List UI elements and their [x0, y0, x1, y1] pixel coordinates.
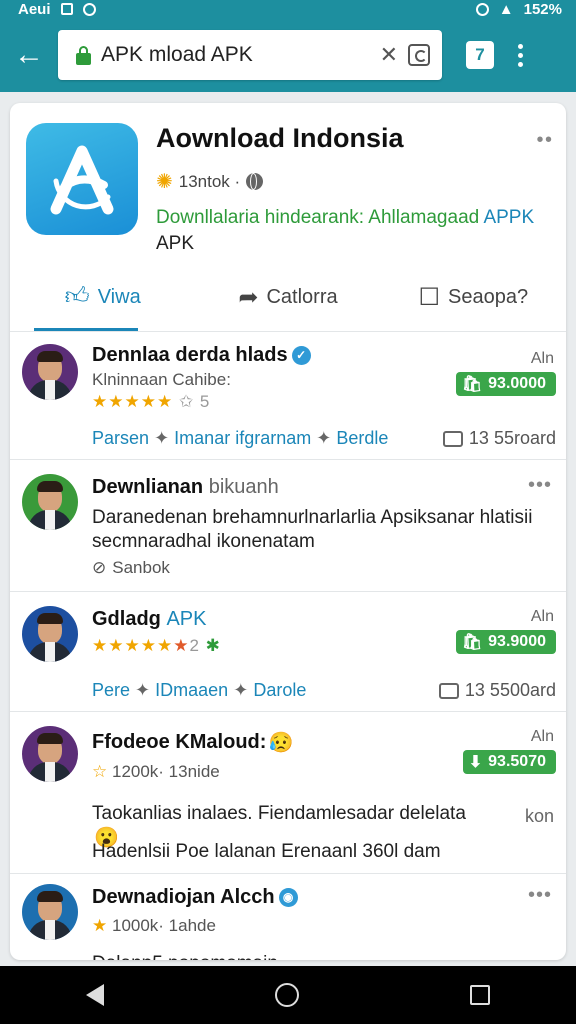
item-sub: ☆ 1200k· 13nide: [92, 762, 220, 781]
list-item[interactable]: Ffodeoe KMaloud: 😥 ☆ 1200k· 13nide Aln ⬇ 9…: [10, 711, 566, 873]
thinking-emoji-icon: 😥: [268, 732, 294, 754]
app-card: Aownload Indonsia • • ✺ 13ntok · Downlla…: [10, 103, 566, 960]
desc-line2: APK: [156, 233, 195, 254]
item-sub: ★ 1000k· 1ahde: [92, 916, 216, 935]
list-item[interactable]: Dennlaa derda hlads ✓ Klninnaan Cahibe: ★…: [10, 331, 566, 459]
clear-icon[interactable]: ✕: [380, 42, 398, 68]
status-right-text: 152%: [523, 0, 562, 18]
blocked-icon: ⊘: [92, 558, 107, 577]
status-left-text: Aeui: [18, 0, 51, 18]
item-name: Gdladg APK: [92, 608, 207, 630]
status-bar: Aeui ▲ 152%: [0, 0, 576, 18]
back-arrow-icon[interactable]: ←: [0, 26, 58, 84]
sync-icon: [82, 2, 96, 16]
thumbs-up-icon: 👍︎: [64, 283, 90, 310]
item-name: Dennlaa derda hlads ✓: [92, 344, 311, 367]
logo-a-icon: [50, 145, 114, 215]
desc-blue: APPK: [483, 207, 535, 228]
url-text[interactable]: APK mload APK: [101, 43, 370, 67]
reload-icon[interactable]: [408, 44, 430, 66]
list-item[interactable]: Gdladg APK ★★★★★★2 ✱ Aln 🛍︎ 93.9000 Pere …: [10, 591, 566, 711]
download-icon: ⬇: [468, 754, 483, 771]
more-options-icon[interactable]: •••: [528, 884, 552, 907]
comment-icon: ☐: [418, 283, 441, 311]
browser-toolbar: ← APK mload APK ✕ 7: [0, 18, 576, 92]
price-button[interactable]: 🛍︎ 93.0000: [455, 372, 556, 396]
app-logo: [26, 123, 138, 235]
app-description: Downllalaria hindearank: Ahllamagaad APP…: [156, 205, 546, 257]
review-list: Dennlaa derda hlads ✓ Klninnaan Cahibe: ★…: [10, 331, 566, 960]
verified-icon: ◉: [278, 888, 298, 907]
app-title: Aownload Indonsia: [156, 123, 404, 153]
tab-share[interactable]: ➦ Catlorra: [195, 263, 380, 331]
comment-count[interactable]: 13 55roard: [442, 428, 556, 449]
list-item[interactable]: Dewnadiojan Alcch◉ ••• ★ 1000k· 1ahde Da…: [10, 873, 566, 960]
verified-icon: ✓: [291, 346, 311, 365]
cart-icon: 🛍︎: [461, 634, 483, 651]
item-right-label: Aln: [530, 608, 554, 625]
avatar: [22, 726, 78, 782]
item-text-right: kon: [524, 806, 554, 826]
item-text: Daranedenan brehamnurlnarlarlia Apsiksan…: [92, 507, 533, 552]
app-meta-text: 13ntok ·: [178, 171, 241, 191]
alarm-icon: [475, 2, 489, 16]
rating-stars: ★★★★★ ✩ 5: [92, 392, 211, 411]
globe-icon: [246, 173, 264, 190]
tab-share-label: Catlorra: [266, 285, 338, 308]
more-options-icon[interactable]: •••: [528, 474, 552, 497]
nav-back-icon[interactable]: [85, 984, 104, 1006]
url-bar[interactable]: APK mload APK ✕: [58, 30, 442, 80]
cart-icon: 🛍︎: [461, 376, 483, 393]
avatar: [22, 884, 78, 940]
lock-icon: [76, 45, 91, 65]
item-name: Ffodeoe KMaloud: 😥: [92, 731, 294, 754]
action-bar: 👍︎ Viwa ➦ Catlorra ☐ Seaopa?: [10, 263, 566, 331]
app-meta: ✺ 13ntok ·: [156, 169, 264, 194]
price-button[interactable]: ⬇ 93.5070: [462, 750, 556, 774]
app-header: Aownload Indonsia • • ✺ 13ntok · Downlla…: [10, 103, 566, 331]
item-status: ⊘ Sanbok: [92, 558, 170, 577]
item-name: Dewnlianan bikuanh: [92, 476, 279, 498]
avatar: [22, 344, 78, 400]
overflow-menu-icon[interactable]: [518, 43, 523, 67]
more-options-icon[interactable]: • •: [536, 129, 552, 152]
share-icon: ➦: [238, 283, 259, 311]
tab-switcher-button[interactable]: 7: [466, 41, 494, 69]
comment-icon: [442, 430, 463, 447]
list-item[interactable]: Dewnlianan bikuanh ••• Daranedenan breha…: [10, 459, 566, 591]
avatar: [22, 606, 78, 662]
wifi-icon: ▲: [498, 0, 514, 18]
tab-view-label: Viwa: [97, 285, 141, 308]
comment-count[interactable]: 13 5500ard: [438, 680, 556, 701]
tab-comments[interactable]: ☐ Seaopa?: [381, 263, 566, 331]
avatar: [22, 474, 78, 530]
nav-recents-icon[interactable]: [470, 985, 491, 1005]
item-links[interactable]: Pere ✦ IDmaaen ✦ Darole: [92, 680, 306, 701]
price-button[interactable]: 🛍︎ 93.9000: [455, 630, 556, 654]
tab-comments-label: Seaopa?: [448, 285, 529, 308]
comment-icon: [438, 682, 459, 699]
nav-home-icon[interactable]: [274, 983, 299, 1007]
item-name: Dewnadiojan Alcch ◉: [92, 886, 298, 909]
item-text: Dalanp5 popomomain: [92, 952, 552, 960]
item-text-secondary: Hadenlsii Poe lalanan Erenaanl 360l dam: [92, 841, 441, 862]
system-nav-bar: [0, 966, 576, 1024]
sun-icon: ✺: [156, 171, 173, 193]
item-right-label: Aln: [530, 350, 554, 367]
item-links[interactable]: Parsen ✦ Imanar ifgrarnam ✦ Berdle: [92, 428, 388, 449]
tab-view[interactable]: 👍︎ Viwa: [10, 263, 195, 331]
notification-icon: [60, 3, 73, 15]
item-sub: Klninnaan Cahibe:: [92, 370, 231, 389]
rating-stars: ★★★★★★2 ✱: [92, 636, 221, 655]
desc-green: Downllalaria hindearank: Ahllamagaad: [156, 207, 480, 228]
item-right-label: Aln: [530, 728, 554, 745]
